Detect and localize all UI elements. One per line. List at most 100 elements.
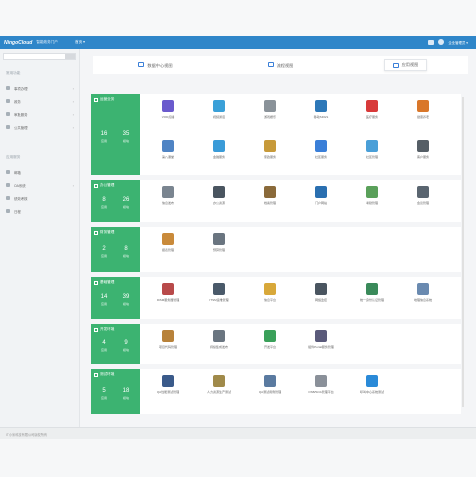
app-tile[interactable]: 信息发布 bbox=[146, 186, 190, 205]
network-icon bbox=[315, 100, 327, 112]
app-tile[interactable]: 预算管理 bbox=[197, 233, 241, 252]
app-tile[interactable]: 家政服务 bbox=[248, 140, 292, 159]
app-name: 门户网站 bbox=[314, 201, 327, 205]
stat-label: 模块 bbox=[122, 253, 129, 258]
tab-monitor[interactable]: 数据中心视图 bbox=[93, 56, 218, 74]
section-title-text: 开发环境 bbox=[100, 327, 115, 331]
chevron-right-icon: › bbox=[72, 182, 74, 188]
app-tile[interactable]: 地理信息系统 bbox=[401, 283, 445, 302]
desktop-icon bbox=[213, 186, 225, 198]
chevron-right-icon: › bbox=[72, 111, 74, 117]
sidebar-item[interactable]: 审批服务 › bbox=[0, 109, 80, 119]
app-tile[interactable]: 项目代码管理 bbox=[146, 330, 190, 349]
section-summary-card[interactable]: 财务管理 2 应用 8 模块 bbox=[91, 227, 140, 272]
app-tile[interactable]: QA性能测试管理 bbox=[146, 375, 190, 394]
app-tile[interactable]: 组件Portal服务管理 bbox=[299, 330, 343, 349]
app-tile[interactable]: 报表管理 bbox=[146, 233, 190, 252]
app-tile[interactable]: VOD点播 bbox=[146, 100, 190, 119]
app-section: 运营业务 16 应用 35 模块 VOD点播 视频通话 游戏娱乐 移动SDGS 医疗服务 健康养老第… bbox=[91, 94, 461, 175]
sidebar-item-label: OA系统 bbox=[14, 183, 26, 188]
menu-icon bbox=[6, 125, 10, 129]
section-summary-card[interactable]: 开发环境 4 应用 9 模块 bbox=[91, 324, 140, 364]
app-tile[interactable]: QA测试用例管理 bbox=[248, 375, 292, 394]
app-tile[interactable]: 健康养老 bbox=[401, 100, 445, 119]
app-tile[interactable]: 金融服务 bbox=[197, 140, 241, 159]
scrollbar[interactable] bbox=[462, 97, 464, 407]
sidebar-item[interactable]: OA系统 › bbox=[0, 180, 80, 190]
main-content: 数据中心视图 流程视图 应用视图 运营业务 16 应用 35 模块 VOD点播 视频通话 游戏娱乐… bbox=[80, 49, 476, 427]
tab-label: 数据中心视图 bbox=[147, 62, 173, 68]
app-tile[interactable]: 医疗服务 bbox=[350, 100, 394, 119]
stat-label: 应用 bbox=[100, 395, 107, 400]
app-tile[interactable]: 游戏娱乐 bbox=[248, 100, 292, 119]
sidebar-item[interactable]: 日程 bbox=[0, 206, 80, 216]
stat-value: 18 bbox=[122, 387, 130, 394]
section-summary-card[interactable]: 基础管理 14 应用 39 模块 bbox=[91, 277, 140, 319]
sidebar-item[interactable]: 政务 › bbox=[0, 96, 80, 106]
menu-icon bbox=[6, 112, 10, 116]
app-tile[interactable]: 人力资源生产测试 bbox=[197, 375, 241, 394]
stat-value: 14 bbox=[100, 294, 108, 300]
code-icon bbox=[162, 330, 174, 342]
app-tile[interactable]: 社区服务 bbox=[299, 140, 343, 159]
app-tile[interactable]: 视频通话 bbox=[197, 100, 241, 119]
app-tile[interactable]: 统一身份认证管理 bbox=[350, 283, 394, 302]
tab-share[interactable]: 流程视图 bbox=[218, 56, 343, 74]
tab-grid[interactable]: 应用视图 bbox=[343, 56, 468, 74]
app-tile[interactable]: 开发平台 bbox=[248, 330, 292, 349]
logo[interactable]: NingoCloud 智能政务门户 bbox=[4, 38, 58, 47]
app-tile[interactable]: 第八课堂 bbox=[146, 140, 190, 159]
app-name: 信息平台 bbox=[263, 298, 276, 302]
service-icon bbox=[417, 140, 429, 152]
medical-icon bbox=[366, 100, 378, 112]
tools-icon bbox=[264, 140, 276, 152]
sidebar-item[interactable]: 邮箱 bbox=[0, 167, 80, 177]
folder-icon bbox=[264, 283, 276, 295]
sidebar-item[interactable]: 公共管理 › bbox=[0, 122, 80, 132]
app-tile[interactable]: 会议管理 bbox=[401, 186, 445, 205]
search-button[interactable] bbox=[65, 54, 75, 59]
stat-label: 应用 bbox=[100, 205, 107, 209]
section-summary-card[interactable]: 运营业务 16 应用 35 模块 bbox=[91, 94, 140, 175]
building-icon bbox=[264, 375, 276, 387]
menu-icon bbox=[6, 209, 10, 213]
chevron-right-icon: › bbox=[72, 124, 74, 130]
sidebar-group-title: 应用服务 bbox=[6, 155, 21, 159]
sidebar-search-input[interactable] bbox=[3, 53, 76, 60]
section-summary-card[interactable]: 办公管理 8 应用 26 模块 bbox=[91, 180, 140, 222]
avatar[interactable] bbox=[438, 39, 445, 45]
chevron-right-icon: › bbox=[72, 98, 74, 104]
laptop-icon bbox=[162, 186, 174, 198]
app-tile[interactable]: 社区管理 bbox=[350, 140, 394, 159]
app-tile[interactable]: ITSM运维管理 bbox=[197, 283, 241, 302]
sidebar-item[interactable]: 绩效考核 bbox=[0, 193, 80, 203]
app-tile[interactable]: 网络监控 bbox=[299, 283, 343, 302]
tab-inner: 数据中心视图 bbox=[138, 61, 173, 69]
app-tile[interactable]: OSB/SOA管理平台 bbox=[299, 375, 343, 394]
sidebar-item[interactable]: 事项办理 › bbox=[0, 83, 80, 93]
app-tile[interactable]: 客户服务 bbox=[401, 140, 445, 159]
community-icon bbox=[315, 140, 327, 152]
app-tile[interactable]: 办公资源 bbox=[197, 186, 241, 205]
sidebar-item-label: 政务 bbox=[14, 99, 21, 104]
section-title-text: 财务管理 bbox=[100, 230, 115, 234]
user-menu[interactable]: 企业管理员 ▾ bbox=[448, 40, 468, 45]
gamepad-icon bbox=[264, 100, 276, 112]
sidebar-group-title: 常用功能 bbox=[6, 71, 21, 75]
tab-inner: 流程视图 bbox=[267, 61, 293, 69]
meeting-icon bbox=[417, 186, 429, 198]
app-name: 开发平台 bbox=[263, 345, 276, 349]
top-nav-menu[interactable]: 首页 ▾ bbox=[75, 40, 85, 45]
app-tile[interactable]: 信息平台 bbox=[248, 283, 292, 302]
section-summary-card[interactable]: 测试环境 5 应用 18 模块 bbox=[91, 369, 140, 414]
app-tile[interactable]: 考勤管理 bbox=[350, 186, 394, 205]
app-tile[interactable]: 持续集成发布 bbox=[197, 330, 241, 349]
app-tile[interactable]: 档案管理 bbox=[248, 186, 292, 205]
app-tile[interactable]: 呼叫中心系统测试 bbox=[350, 375, 394, 394]
app-tile[interactable]: 门户网站 bbox=[299, 186, 343, 205]
app-tile[interactable]: IDSM服务器管理 bbox=[146, 283, 190, 302]
section-title: 运营业务 bbox=[94, 97, 114, 102]
home-icon[interactable] bbox=[428, 39, 435, 45]
manage-icon bbox=[366, 140, 378, 152]
app-tile[interactable]: 移动SDGS bbox=[299, 100, 343, 119]
